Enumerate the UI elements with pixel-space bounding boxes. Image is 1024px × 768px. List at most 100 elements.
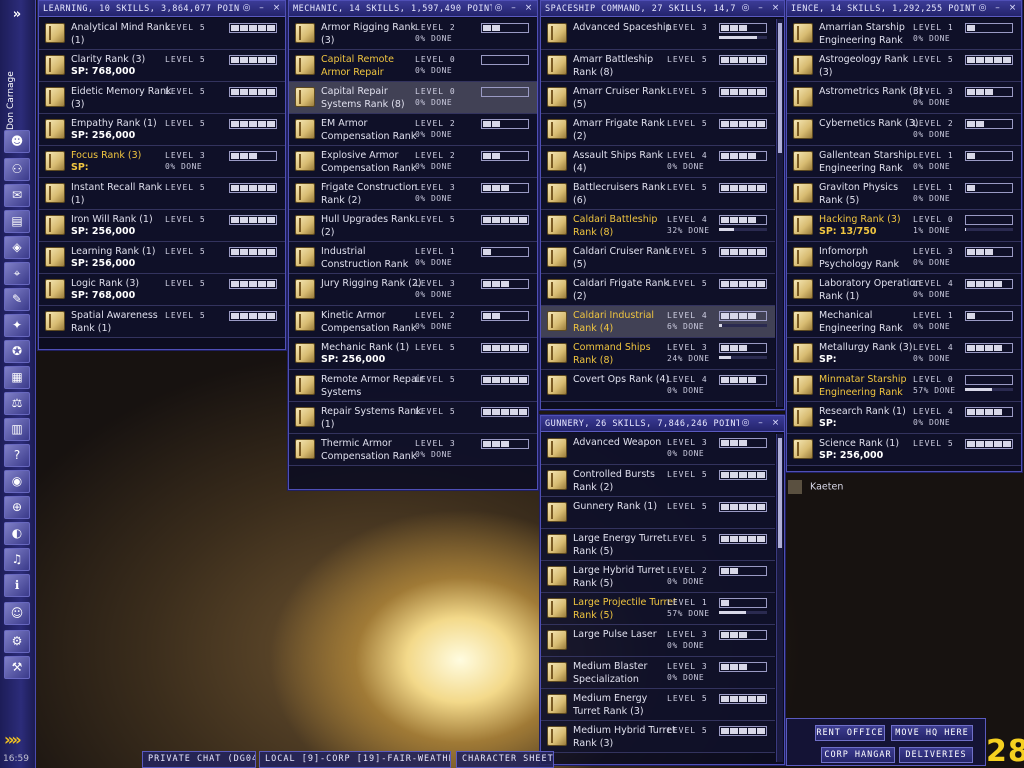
skill-row[interactable]: Instant Recall Rank (1) LEVEL 5 <box>39 178 285 210</box>
minimize-icon[interactable]: – <box>507 2 520 15</box>
calculator-icon[interactable]: ▥ <box>4 418 30 441</box>
character-icon[interactable]: ☻ <box>4 130 30 153</box>
skill-row[interactable]: Mechanical Engineering Rank LEVEL 1 0% DON… <box>787 306 1021 338</box>
skill-row[interactable]: Medium Hybrid Turret Rank (3) LEVEL 5 <box>541 721 775 753</box>
skill-row[interactable]: Hull Upgrades Rank (2) LEVEL 5 <box>289 210 537 242</box>
corp-hangar-button[interactable]: CORP HANGAR <box>821 747 895 763</box>
agent-entry[interactable]: Kaeten <box>788 480 843 500</box>
close-icon[interactable]: × <box>1006 2 1019 15</box>
skill-row[interactable]: Clarity Rank (3) SP: 768,000 LEVEL 5 <box>39 50 285 82</box>
character-name[interactable]: Don Carnage <box>6 40 20 130</box>
skill-row[interactable]: Minmatar Starship Engineering Rank LEVEL … <box>787 370 1021 402</box>
neocom-menu-button[interactable]: » <box>4 4 30 26</box>
local-chat-tab[interactable]: LOCAL [9]-CORP [19]-FAIR-WEATHER... <box>259 751 451 768</box>
window-titlebar[interactable]: GUNNERY, 26 SKILLS, 7,846,246 POINTS ◎ –… <box>541 416 784 432</box>
skill-row[interactable]: Amarr Frigate Rank (2) LEVEL 5 <box>541 114 775 146</box>
skill-row[interactable]: Hacking Rank (3) SP: 13/750 LEVEL 0 1% DONE <box>787 210 1021 242</box>
skill-row[interactable]: Metallurgy Rank (3) SP: LEVEL 4 0% DONE <box>787 338 1021 370</box>
skill-row[interactable]: Gunnery Rank (1) LEVEL 5 <box>541 497 775 529</box>
skill-row[interactable]: Empathy Rank (1) SP: 256,000 LEVEL 5 <box>39 114 285 146</box>
comms-icon[interactable]: ♫ <box>4 548 30 571</box>
skill-row[interactable]: Focus Rank (3) SP: LEVEL 3 0% DONE <box>39 146 285 178</box>
notepad-icon[interactable]: ▤ <box>4 210 30 233</box>
skill-row[interactable]: Large Energy Turret Rank (5) LEVEL 5 <box>541 529 775 561</box>
skill-row[interactable]: Industrial Construction Rank LEVEL 1 0% DO… <box>289 242 537 274</box>
skill-row[interactable]: Repair Systems Rank (1) LEVEL 5 <box>289 402 537 434</box>
market-icon[interactable]: ⚖ <box>4 392 30 415</box>
pin-icon[interactable]: ◎ <box>976 2 989 15</box>
skill-row[interactable]: Caldari Industrial Rank (4) LEVEL 4 6% DON… <box>541 306 775 338</box>
skill-row[interactable]: Analytical Mind Rank (1) LEVEL 5 <box>39 18 285 50</box>
deliveries-button[interactable]: DELIVERIES <box>899 747 973 763</box>
skill-row[interactable]: Astrometrics Rank (3) LEVEL 3 0% DONE <box>787 82 1021 114</box>
skill-row[interactable]: Armor Rigging Rank (3) LEVEL 2 0% DONE <box>289 18 537 50</box>
fitting-icon[interactable]: ⚙ <box>4 630 30 653</box>
minimize-icon[interactable]: – <box>991 2 1004 15</box>
wallet-icon[interactable]: ◈ <box>4 236 30 259</box>
skill-row[interactable]: Covert Ops Rank (4) LEVEL 4 0% DONE <box>541 370 775 402</box>
skill-row[interactable]: Capital Repair Systems Rank (8) LEVEL 0 0%… <box>289 82 537 114</box>
skill-row[interactable]: EM Armor Compensation Rank LEVEL 2 0% DONE <box>289 114 537 146</box>
industry-icon[interactable]: ⚒ <box>4 656 30 679</box>
skill-row[interactable]: Large Projectile Turret Rank (5) LEVEL 1 5… <box>541 593 775 625</box>
mail-icon[interactable]: ✉ <box>4 184 30 207</box>
skill-row[interactable]: Battlecruisers Rank (6) LEVEL 5 <box>541 178 775 210</box>
skill-row[interactable]: Infomorph Psychology Rank LEVEL 3 0% DONE <box>787 242 1021 274</box>
skill-row[interactable]: Medium Blaster Specialization LEVEL 3 0% D… <box>541 657 775 689</box>
starmap-icon[interactable]: ✦ <box>4 314 30 337</box>
skill-row[interactable]: Logic Rank (3) SP: 768,000 LEVEL 5 <box>39 274 285 306</box>
skill-row[interactable]: Advanced Weapon LEVEL 3 0% DONE <box>541 433 775 465</box>
skill-row[interactable]: Research Rank (1) SP: LEVEL 4 0% DONE <box>787 402 1021 434</box>
private-chat-tab[interactable]: PRIVATE CHAT (DG04) <box>142 751 256 768</box>
scanner-icon[interactable]: ⊕ <box>4 496 30 519</box>
people-icon[interactable]: ⚇ <box>4 158 30 181</box>
help-icon[interactable]: ? <box>4 444 30 467</box>
skill-row[interactable]: Graviton Physics Rank (5) LEVEL 1 0% DONE <box>787 178 1021 210</box>
skills-icon[interactable]: ✪ <box>4 340 30 363</box>
skill-row[interactable]: Laboratory Operation Rank (1) LEVEL 4 0% D… <box>787 274 1021 306</box>
skill-row[interactable]: Frigate Construction Rank (2) LEVEL 3 0% D… <box>289 178 537 210</box>
minimize-icon[interactable]: – <box>754 417 767 430</box>
window-titlebar[interactable]: IENCE, 14 SKILLS, 1,292,255 POINTS ◎ – × <box>787 1 1021 17</box>
character-sheet-tab[interactable]: CHARACTER SHEET <box>456 751 554 768</box>
move-hq-button[interactable]: MOVE HQ HERE <box>891 725 973 741</box>
skill-row[interactable]: Command Ships Rank (8) LEVEL 3 24% DONE <box>541 338 775 370</box>
skill-row[interactable]: Eidetic Memory Rank (3) LEVEL 5 <box>39 82 285 114</box>
skill-row[interactable]: Kinetic Armor Compensation Rank LEVEL 2 0%… <box>289 306 537 338</box>
portrait-icon[interactable]: ☺ <box>4 602 30 625</box>
close-icon[interactable]: × <box>270 2 283 15</box>
pin-icon[interactable]: ◎ <box>739 417 752 430</box>
window-titlebar[interactable]: SPACESHIP COMMAND, 27 SKILLS, 14,7 ◎ – × <box>541 1 784 17</box>
close-icon[interactable]: × <box>769 417 782 430</box>
skill-row[interactable]: Capital Remote Armor Repair LEVEL 0 0% DON… <box>289 50 537 82</box>
scrollbar[interactable] <box>776 19 783 407</box>
scrollbar[interactable] <box>776 434 783 762</box>
skill-row[interactable]: Mechanic Rank (1) SP: 256,000 LEVEL 5 <box>289 338 537 370</box>
skill-row[interactable]: Amarrian Starship Engineering Rank LEVEL … <box>787 18 1021 50</box>
window-titlebar[interactable]: MECHANIC, 14 SKILLS, 1,597,490 POINTS ◎ … <box>289 1 537 17</box>
window-titlebar[interactable]: LEARNING, 10 SKILLS, 3,864,077 POINTS ◎ … <box>39 1 285 17</box>
skill-row[interactable]: Gallentean Starship Engineering Rank LEVE… <box>787 146 1021 178</box>
skill-row[interactable]: Spatial Awareness Rank (1) LEVEL 5 <box>39 306 285 338</box>
skill-row[interactable]: Caldari Cruiser Rank (5) LEVEL 5 <box>541 242 775 274</box>
skill-row[interactable]: Science Rank (1) SP: 256,000 LEVEL 5 <box>787 434 1021 466</box>
skill-row[interactable]: Large Pulse Laser LEVEL 3 0% DONE <box>541 625 775 657</box>
close-icon[interactable]: × <box>769 2 782 15</box>
assets-icon[interactable]: ◉ <box>4 470 30 493</box>
skill-row[interactable]: Large Hybrid Turret Rank (5) LEVEL 2 0% DO… <box>541 561 775 593</box>
skill-row[interactable]: Remote Armor Repair Systems LEVEL 5 <box>289 370 537 402</box>
skill-row[interactable]: Advanced Spaceship LEVEL 3 <box>541 18 775 50</box>
rent-office-button[interactable]: RENT OFFICE <box>815 725 885 741</box>
pin-icon[interactable]: ◎ <box>240 2 253 15</box>
skill-row[interactable]: Astrogeology Rank (3) LEVEL 5 <box>787 50 1021 82</box>
skill-row[interactable]: Thermic Armor Compensation Rank LEVEL 3 0%… <box>289 434 537 466</box>
pin-icon[interactable]: ◎ <box>739 2 752 15</box>
journal-icon[interactable]: ✎ <box>4 288 30 311</box>
skill-row[interactable]: Caldari Frigate Rank (2) LEVEL 5 <box>541 274 775 306</box>
skill-row[interactable]: Amarr Battleship Rank (8) LEVEL 5 <box>541 50 775 82</box>
minimize-icon[interactable]: – <box>255 2 268 15</box>
cargo-icon[interactable]: ▦ <box>4 366 30 389</box>
skill-row[interactable]: Amarr Cruiser Rank (5) LEVEL 5 <box>541 82 775 114</box>
skill-row[interactable]: Explosive Armor Compensation Rank LEVEL 2… <box>289 146 537 178</box>
close-icon[interactable]: × <box>522 2 535 15</box>
